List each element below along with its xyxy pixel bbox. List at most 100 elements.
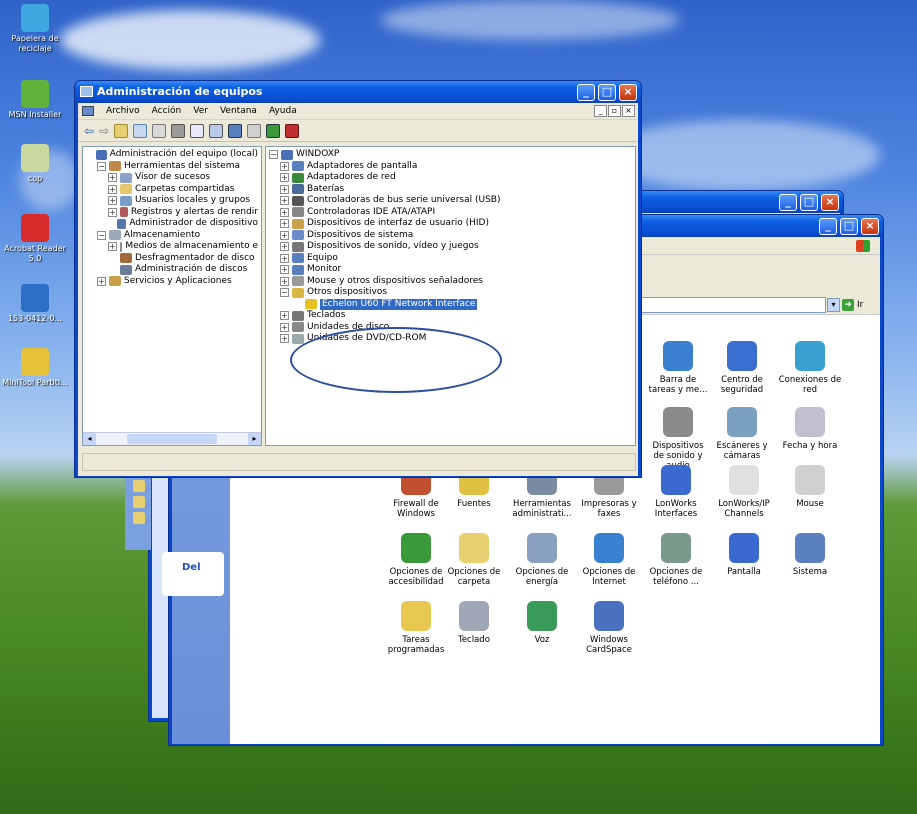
control-panel-item[interactable]: Opciones de carpeta [442,533,506,587]
tree-item[interactable]: + Baterías [269,184,632,196]
menu-item[interactable]: Ayuda [269,106,297,116]
expand-icon[interactable]: + [280,242,289,252]
menu-item[interactable]: Ventana [220,106,257,116]
forward-arrow-icon[interactable]: ⇨ [99,124,109,138]
disable-device-icon[interactable] [266,123,281,138]
desktop-icon[interactable]: MSN Installer [2,80,68,120]
control-panel-item[interactable]: Dispositivos de sonido y audio [646,407,710,471]
control-panel-item[interactable]: LonWorks/IP Channels [712,465,776,519]
expand-icon[interactable]: + [280,219,289,229]
expand-icon[interactable]: + [280,230,289,240]
tree-item[interactable]: + Visor de sucesos [86,172,258,184]
tree-item[interactable]: + Adaptadores de red [269,172,632,184]
view-icon[interactable] [209,123,224,138]
scroll-right-button[interactable]: ▸ [248,433,261,445]
control-panel-item[interactable]: Centro de seguridad [710,341,774,395]
control-panel-item[interactable]: Barra de tareas y me... [646,341,710,395]
control-panel-item[interactable]: Tareas programadas [384,601,448,655]
expand-icon[interactable]: + [280,184,289,194]
tree-item[interactable]: Administración de discos [86,264,258,276]
menu-item[interactable]: Ver [193,106,208,116]
expand-icon[interactable]: + [108,207,117,217]
tree-item[interactable]: + Dispositivos de sonido, vídeo y juegos [269,241,632,253]
tree-item[interactable]: − Herramientas del sistema [86,161,258,173]
computer-management-window[interactable]: Administración de equipos _ □ × Archivo A… [74,80,642,478]
child-close-button[interactable]: × [622,105,635,117]
tree-item[interactable]: Administrador de dispositivo [86,218,258,230]
device-tree-pane[interactable]: − WINDOXP + Adaptadores de pantalla + Adaptad… [265,146,636,446]
tree-item[interactable]: + Servicios y Aplicaciones [86,276,258,288]
tree-item[interactable]: Administración del equipo (local) [86,149,258,161]
control-panel-item[interactable]: Pantalla [712,533,776,577]
control-panel-item[interactable]: Escáneres y cámaras [710,407,774,461]
control-panel-item[interactable]: Fecha y hora [778,407,842,451]
expand-icon[interactable]: + [108,242,117,252]
control-panel-item[interactable]: Opciones de Internet [577,533,641,587]
scan-hardware-icon[interactable] [228,123,243,138]
tree-item[interactable]: + Controladoras IDE ATA/ATAPI [269,207,632,219]
child-restore-button[interactable]: ▫ [608,105,621,117]
expand-icon[interactable]: + [280,207,289,217]
tree-item[interactable]: + Medios de almacenamiento e [86,241,258,253]
menu-item[interactable]: Acción [152,106,182,116]
expand-icon[interactable]: + [280,265,289,275]
expand-icon[interactable]: + [280,161,289,171]
tree-item[interactable]: + Adaptadores de pantalla [269,161,632,173]
control-panel-item[interactable]: Opciones de accesibilidad [384,533,448,587]
tree-item[interactable]: + Equipo [269,253,632,265]
expand-icon[interactable]: + [108,184,117,194]
desktop-icon[interactable]: MiniTool Partiti... [2,348,68,388]
minimize-button[interactable]: _ [779,194,797,211]
tree-item[interactable]: − WINDOXP [269,149,632,161]
expand-icon[interactable]: + [280,276,289,286]
help-icon[interactable] [190,123,205,138]
maximize-button[interactable]: □ [800,194,818,211]
tree-item[interactable]: + Dispositivos de sistema [269,230,632,242]
expand-icon[interactable]: + [97,276,106,286]
tree-item[interactable]: + Teclados [269,310,632,322]
expand-icon[interactable]: + [280,196,289,206]
menu-item[interactable]: Archivo [106,106,140,116]
show-tree-icon[interactable] [133,123,148,138]
left-pane-scrollbar[interactable]: ◂ ▸ [83,432,261,445]
task-pane-section[interactable]: Del [162,552,224,596]
back-arrow-icon[interactable]: ⇦ [84,124,94,138]
control-panel-item[interactable]: Opciones de teléfono ... [644,533,708,587]
collapse-icon[interactable]: − [97,161,106,171]
tree-item[interactable]: + Carpetas compartidas [86,184,258,196]
maximize-button[interactable]: □ [840,218,858,235]
expand-icon[interactable]: + [280,334,289,344]
tree-item[interactable]: Echelon U60 FT Network Interface [269,298,632,310]
properties-icon[interactable] [152,123,167,138]
go-button[interactable]: ➜ Ir [842,298,874,312]
control-panel-item[interactable]: Conexiones de red [778,341,842,395]
tree-item[interactable]: + Dispositivos de interfaz de usuario (HI… [269,218,632,230]
tree-item[interactable]: − Otros dispositivos [269,287,632,299]
collapse-icon[interactable]: − [280,288,289,298]
expand-icon[interactable]: + [108,173,117,183]
close-button[interactable]: × [861,218,879,235]
minimize-button[interactable]: _ [819,218,837,235]
control-panel-item[interactable]: Opciones de energía [510,533,574,587]
address-dropdown-button[interactable]: ▾ [827,298,840,312]
control-panel-item[interactable]: Windows CardSpace [577,601,641,655]
desktop-icon[interactable]: Acrobat Reader 5.0 [2,214,68,264]
control-panel-item[interactable]: Mouse [778,465,842,509]
control-panel-item[interactable]: Teclado [442,601,506,645]
console-tree-pane[interactable]: Administración del equipo (local) − Herram… [82,146,262,446]
collapse-icon[interactable]: − [269,150,278,160]
up-folder-icon[interactable] [114,123,129,138]
minimize-button[interactable]: _ [577,84,595,101]
expand-icon[interactable]: + [280,311,289,321]
child-minimize-button[interactable]: _ [594,105,607,117]
expand-icon[interactable]: + [280,253,289,263]
expand-icon[interactable]: + [280,173,289,183]
tree-item[interactable]: + Registros y alertas de rendir [86,207,258,219]
expand-icon[interactable]: + [108,196,117,206]
expand-icon[interactable]: + [280,322,289,332]
computer-management-titlebar[interactable]: Administración de equipos _ □ × [75,81,641,103]
scroll-left-button[interactable]: ◂ [83,433,96,445]
collapse-icon[interactable]: − [97,230,106,240]
control-panel-item[interactable]: Sistema [778,533,842,577]
desktop-icon[interactable]: Papelera de reciclaje [2,4,68,54]
